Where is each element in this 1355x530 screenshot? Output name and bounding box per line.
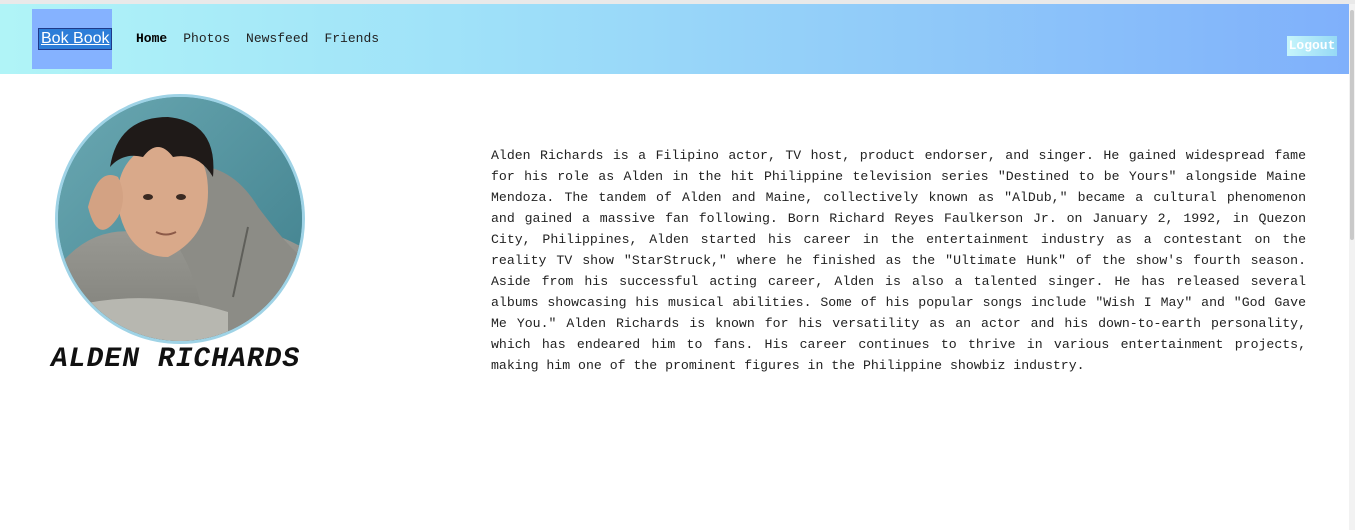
scrollbar-thumb[interactable] bbox=[1350, 10, 1354, 240]
logout-button[interactable]: Logout bbox=[1287, 36, 1337, 56]
nav-link-home[interactable]: Home bbox=[136, 31, 167, 46]
navbar: Bok Book Home Photos Newsfeed Friends Lo… bbox=[0, 4, 1349, 74]
logo-link[interactable]: Bok Book bbox=[38, 28, 113, 50]
nav-link-friends[interactable]: Friends bbox=[324, 31, 379, 46]
avatar-photo bbox=[58, 97, 302, 341]
logo-box: Bok Book bbox=[32, 9, 113, 69]
nav-link-newsfeed[interactable]: Newsfeed bbox=[246, 31, 308, 46]
profile-name: ALDEN RICHARDS bbox=[51, 344, 301, 375]
nav-link-photos[interactable]: Photos bbox=[183, 31, 230, 46]
profile-avatar bbox=[55, 94, 305, 344]
profile-bio: Alden Richards is a Filipino actor, TV h… bbox=[491, 148, 1306, 374]
nav-links: Home Photos Newsfeed Friends bbox=[136, 31, 395, 46]
